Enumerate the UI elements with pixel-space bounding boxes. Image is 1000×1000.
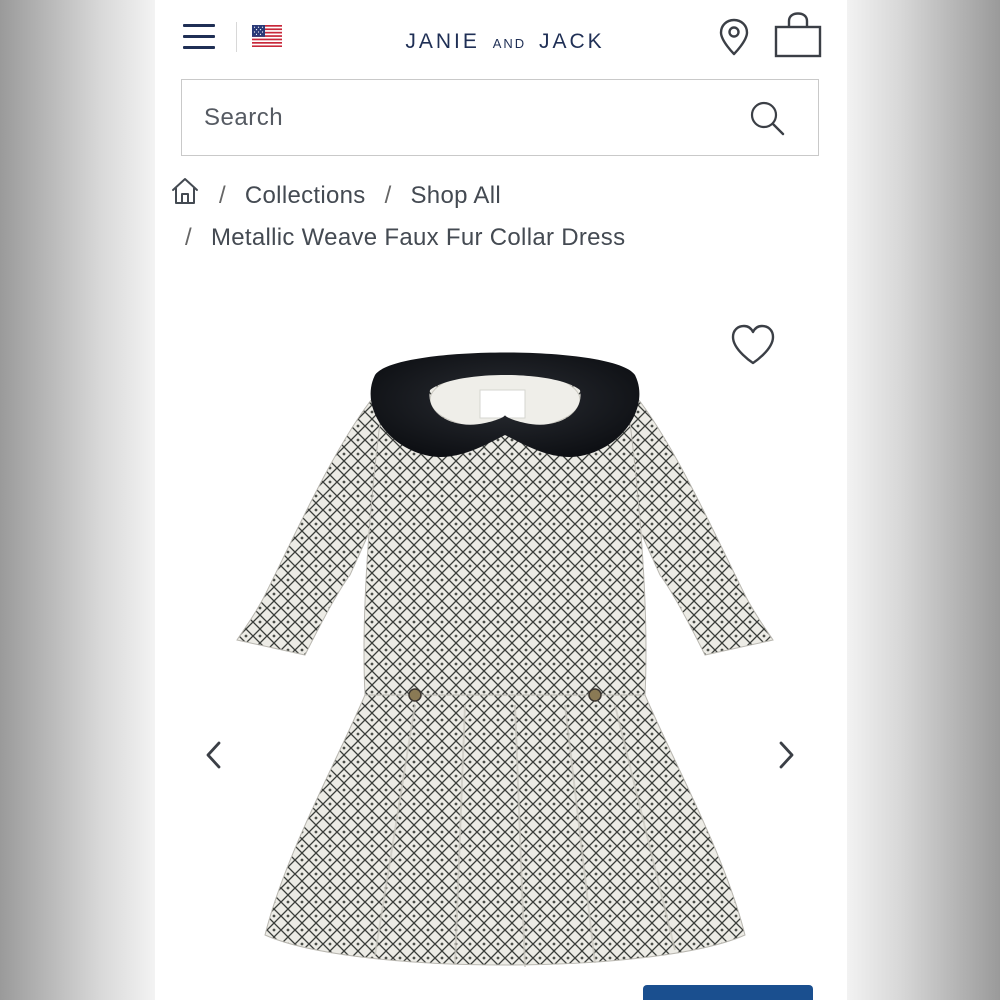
brand-logo-part2: AND [492,36,527,51]
mobile-page: JANIE AND JACK Search / Collections / Sh [155,0,847,1000]
product-image[interactable] [225,335,785,995]
breadcrumb-collections[interactable]: Collections [245,182,366,209]
search-placeholder: Search [204,104,284,131]
breadcrumb-separator: / [218,182,226,209]
shopping-bag-icon[interactable] [773,12,823,58]
location-pin-icon[interactable] [717,17,751,57]
search-input[interactable]: Search [181,79,819,156]
brand-logo[interactable]: JANIE AND JACK [345,30,665,54]
favorite-heart-icon[interactable] [730,323,776,367]
breadcrumb-current-page: Metallic Weave Faux Fur Collar Dress [210,224,626,251]
chevron-left-icon[interactable] [199,735,229,775]
breadcrumb-shop-all[interactable]: Shop All [411,182,501,209]
header-divider [236,22,237,52]
chevron-right-icon[interactable] [771,735,801,775]
add-to-bag-button[interactable] [643,985,813,1000]
us-flag-icon[interactable] [252,25,282,47]
breadcrumb-separator: / [185,224,192,251]
search-icon[interactable] [748,99,786,137]
breadcrumb-separator: / [384,182,392,209]
home-icon[interactable] [170,176,200,206]
brand-logo-part3: JACK [538,30,605,53]
hamburger-menu-icon[interactable] [183,22,215,52]
brand-logo-part1: JANIE [405,30,480,53]
